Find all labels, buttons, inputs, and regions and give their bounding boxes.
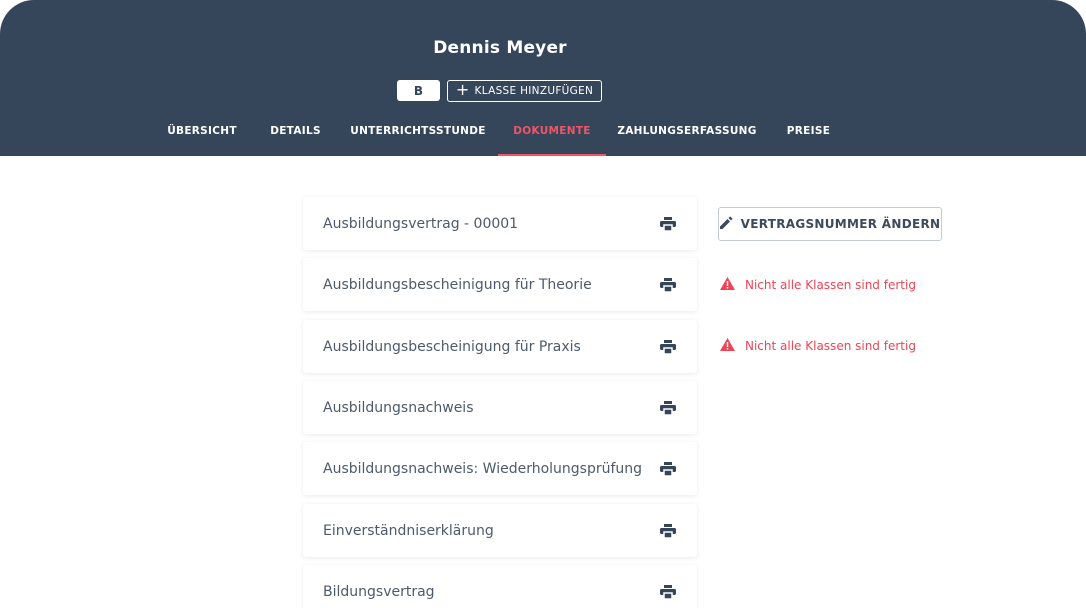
document-title: Ausbildungsnachweis bbox=[323, 399, 474, 416]
tab-preise[interactable]: PREISE bbox=[778, 118, 839, 156]
document-item[interactable]: Ausbildungsvertrag - 00001 bbox=[303, 197, 697, 250]
document-title: Einverständniserklärung bbox=[323, 522, 494, 539]
document-item[interactable]: Ausbildungsnachweis: Wiederholungsprüfun… bbox=[303, 442, 697, 495]
document-title: Ausbildungsbescheinigung für Theorie bbox=[323, 276, 592, 293]
class-badge[interactable]: B bbox=[397, 80, 440, 101]
add-class-label: KLASSE HINZUFÜGEN bbox=[474, 85, 594, 97]
warning-text: Nicht alle Klassen sind fertig bbox=[745, 339, 916, 353]
document-item[interactable]: Ausbildungsbescheinigung für Theorie bbox=[303, 258, 697, 311]
document-title: Bildungsvertrag bbox=[323, 583, 435, 600]
pencil-icon bbox=[719, 216, 733, 232]
student-name: Dennis Meyer bbox=[433, 38, 567, 58]
tab-uebersicht[interactable]: ÜBERSICHT bbox=[160, 118, 244, 156]
print-icon[interactable] bbox=[659, 461, 677, 477]
warning-message: Nicht alle Klassen sind fertig bbox=[720, 337, 916, 355]
print-icon[interactable] bbox=[659, 277, 677, 293]
plus-icon: + bbox=[455, 80, 470, 99]
edit-contract-number-button[interactable]: VERTRAGSNUMMER ÄNDERN bbox=[718, 207, 942, 241]
print-icon[interactable] bbox=[659, 584, 677, 600]
print-icon[interactable] bbox=[659, 523, 677, 539]
document-title: Ausbildungsnachweis: Wiederholungsprüfun… bbox=[323, 460, 643, 477]
edit-contract-number-label: VERTRAGSNUMMER ÄNDERN bbox=[740, 217, 941, 231]
tab-details[interactable]: DETAILS bbox=[262, 118, 329, 156]
document-item[interactable]: Einverständniserklärung bbox=[303, 504, 697, 557]
warning-icon bbox=[720, 277, 735, 293]
warning-message: Nicht alle Klassen sind fertig bbox=[720, 276, 916, 294]
warning-icon bbox=[720, 338, 735, 354]
document-item[interactable]: Bildungsvertrag bbox=[303, 565, 697, 608]
tab-bar: ÜBERSICHT DETAILS UNTERRICHTSSTUNDE DOKU… bbox=[0, 118, 1086, 156]
student-header: Dennis Meyer B + KLASSE HINZUFÜGEN ÜBERS… bbox=[0, 0, 1086, 156]
print-icon[interactable] bbox=[659, 216, 677, 232]
document-title: Ausbildungsbescheinigung für Praxis bbox=[323, 338, 581, 355]
tab-zahlungserfassung[interactable]: ZAHLUNGSERFASSUNG bbox=[615, 118, 759, 156]
print-icon[interactable] bbox=[659, 339, 677, 355]
document-title: Ausbildungsvertrag - 00001 bbox=[323, 215, 519, 232]
print-icon[interactable] bbox=[659, 400, 677, 416]
tab-dokumente[interactable]: DOKUMENTE bbox=[498, 118, 606, 156]
warning-text: Nicht alle Klassen sind fertig bbox=[745, 278, 916, 292]
add-class-button[interactable]: + KLASSE HINZUFÜGEN bbox=[447, 80, 602, 102]
document-item[interactable]: Ausbildungsnachweis bbox=[303, 381, 697, 434]
document-item[interactable]: Ausbildungsbescheinigung für Praxis bbox=[303, 320, 697, 373]
tab-unterrichtsstunde[interactable]: UNTERRICHTSSTUNDE bbox=[347, 118, 489, 156]
